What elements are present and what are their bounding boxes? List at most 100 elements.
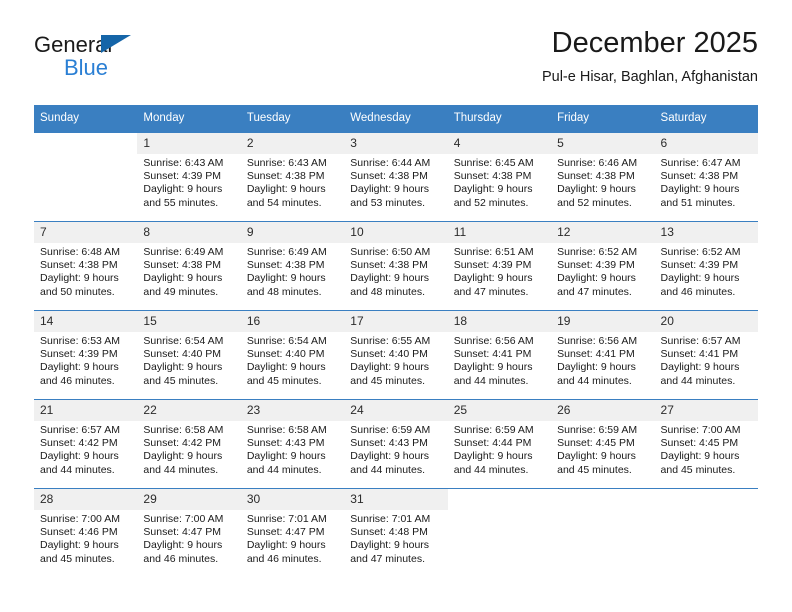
day-details: Sunrise: 6:43 AM Sunset: 4:39 PM Daylight:… — [137, 154, 240, 210]
day-number: 20 — [654, 311, 758, 332]
day-number: 26 — [551, 400, 655, 421]
sunrise-text: Sunrise: 7:01 AM — [246, 513, 327, 525]
calendar-day-cell[interactable]: 15 Sunrise: 6:54 AM Sunset: 4:40 PM Dayligh… — [137, 310, 241, 400]
sunset-text: Sunset: 4:38 PM — [246, 259, 325, 272]
sunrise-text: Sunrise: 7:00 AM — [143, 513, 224, 525]
sunrise-text: Sunrise: 6:45 AM — [453, 157, 534, 169]
daylight-text: Daylight: 9 hours and 46 minutes. — [143, 539, 223, 565]
sunrise-text: Sunrise: 6:49 AM — [246, 246, 327, 258]
sunrise-text: Sunrise: 6:52 AM — [557, 246, 638, 258]
calendar-day-cell[interactable]: 14 Sunrise: 6:53 AM Sunset: 4:39 PM Dayligh… — [34, 310, 138, 400]
day-number: 23 — [240, 400, 345, 421]
calendar-day-cell[interactable]: 1 Sunrise: 6:43 AM Sunset: 4:39 PM Daylight… — [137, 132, 241, 222]
day-number: 16 — [240, 311, 345, 332]
calendar-day-cell[interactable]: 21 Sunrise: 6:57 AM Sunset: 4:42 PM Dayligh… — [34, 399, 138, 489]
daylight-text: Daylight: 9 hours and 47 minutes. — [350, 539, 430, 565]
calendar-week-row: 14 Sunrise: 6:53 AM Sunset: 4:39 PM Dayligh… — [34, 310, 758, 400]
day-number: 30 — [240, 489, 345, 510]
day-details: Sunrise: 6:52 AM Sunset: 4:39 PM Daylight:… — [655, 243, 758, 299]
day-details: Sunrise: 6:51 AM Sunset: 4:39 PM Daylight:… — [448, 243, 551, 299]
calendar-day-cell[interactable]: 27 Sunrise: 7:00 AM Sunset: 4:45 PM Dayligh… — [654, 399, 758, 489]
day-details: Sunrise: 6:50 AM Sunset: 4:38 PM Daylight:… — [344, 243, 447, 299]
day-number: 31 — [344, 489, 448, 510]
calendar-day-cell[interactable]: 26 Sunrise: 6:59 AM Sunset: 4:45 PM Dayligh… — [551, 399, 655, 489]
daylight-text: Daylight: 9 hours and 49 minutes. — [143, 272, 223, 298]
calendar-day-cell[interactable]: 18 Sunrise: 6:56 AM Sunset: 4:41 PM Dayligh… — [447, 310, 552, 400]
calendar-day-cell[interactable]: 11 Sunrise: 6:51 AM Sunset: 4:39 PM Dayligh… — [447, 221, 552, 311]
weekday-header-wednesday: Wednesday — [344, 105, 448, 133]
calendar-day-cell[interactable]: 12 Sunrise: 6:52 AM Sunset: 4:39 PM Dayligh… — [551, 221, 655, 311]
calendar-body: 1 Sunrise: 6:43 AM Sunset: 4:39 PM Daylight… — [34, 132, 758, 577]
daylight-text: Daylight: 9 hours and 45 minutes. — [557, 450, 636, 476]
calendar-day-cell[interactable]: 20 Sunrise: 6:57 AM Sunset: 4:41 PM Dayligh… — [654, 310, 758, 400]
day-details: Sunrise: 6:54 AM Sunset: 4:40 PM Daylight:… — [241, 332, 344, 388]
day-details: Sunrise: 7:01 AM Sunset: 4:48 PM Daylight:… — [344, 510, 447, 566]
weekday-header-friday: Friday — [551, 105, 655, 133]
sunrise-text: Sunrise: 6:48 AM — [40, 246, 120, 258]
day-details: Sunrise: 6:57 AM Sunset: 4:41 PM Daylight:… — [655, 332, 758, 388]
general-blue-logo[interactable]: General Blue — [34, 32, 154, 88]
day-number: 14 — [34, 311, 138, 332]
sunset-text: Sunset: 4:42 PM — [40, 437, 118, 450]
weekday-header-thursday: Thursday — [447, 105, 552, 133]
calendar-day-cell[interactable]: 16 Sunrise: 6:54 AM Sunset: 4:40 PM Dayligh… — [240, 310, 345, 400]
sunrise-text: Sunrise: 7:01 AM — [350, 513, 431, 525]
daylight-text: Daylight: 9 hours and 45 minutes. — [246, 361, 326, 387]
calendar-day-cell[interactable]: 4 Sunrise: 6:45 AM Sunset: 4:38 PM Daylight… — [447, 132, 552, 222]
calendar-week-row: 21 Sunrise: 6:57 AM Sunset: 4:42 PM Dayligh… — [34, 399, 758, 489]
calendar-day-cell[interactable]: 2 Sunrise: 6:43 AM Sunset: 4:38 PM Daylight… — [240, 132, 345, 222]
sunrise-text: Sunrise: 7:00 AM — [40, 513, 120, 525]
sunset-text: Sunset: 4:38 PM — [246, 170, 325, 183]
calendar-day-cell[interactable]: 8 Sunrise: 6:49 AM Sunset: 4:38 PM Daylight… — [137, 221, 241, 311]
calendar-day-cell[interactable]: 19 Sunrise: 6:56 AM Sunset: 4:41 PM Dayligh… — [551, 310, 655, 400]
day-details: Sunrise: 7:00 AM Sunset: 4:46 PM Daylight:… — [34, 510, 137, 566]
calendar-day-cell[interactable]: 5 Sunrise: 6:46 AM Sunset: 4:38 PM Daylight… — [551, 132, 655, 222]
day-number: 9 — [240, 222, 345, 243]
calendar-day-cell[interactable]: 25 Sunrise: 6:59 AM Sunset: 4:44 PM Dayligh… — [447, 399, 552, 489]
calendar-day-cell[interactable]: 22 Sunrise: 6:58 AM Sunset: 4:42 PM Dayligh… — [137, 399, 241, 489]
daylight-text: Daylight: 9 hours and 52 minutes. — [557, 183, 636, 209]
day-details: Sunrise: 6:56 AM Sunset: 4:41 PM Daylight:… — [448, 332, 551, 388]
calendar-day-cell[interactable]: 3 Sunrise: 6:44 AM Sunset: 4:38 PM Daylight… — [344, 132, 448, 222]
daylight-text: Daylight: 9 hours and 44 minutes. — [453, 450, 533, 476]
calendar-day-cell[interactable]: 7 Sunrise: 6:48 AM Sunset: 4:38 PM Daylight… — [34, 221, 138, 311]
sunset-text: Sunset: 4:39 PM — [143, 170, 222, 183]
sunset-text: Sunset: 4:43 PM — [246, 437, 325, 450]
sunset-text: Sunset: 4:45 PM — [660, 437, 739, 450]
calendar-day-cell[interactable]: 6 Sunrise: 6:47 AM Sunset: 4:38 PM Daylight… — [654, 132, 758, 222]
calendar-day-cell-empty — [34, 132, 138, 222]
calendar-week-row: 1 Sunrise: 6:43 AM Sunset: 4:39 PM Daylight… — [34, 132, 758, 222]
daylight-text: Daylight: 9 hours and 44 minutes. — [660, 361, 740, 387]
daylight-text: Daylight: 9 hours and 45 minutes. — [350, 361, 430, 387]
day-details: Sunrise: 6:47 AM Sunset: 4:38 PM Daylight:… — [655, 154, 758, 210]
day-details: Sunrise: 6:59 AM Sunset: 4:44 PM Daylight:… — [448, 421, 551, 477]
day-details: Sunrise: 6:49 AM Sunset: 4:38 PM Daylight:… — [137, 243, 240, 299]
day-number — [447, 489, 552, 510]
sunrise-text: Sunrise: 6:51 AM — [453, 246, 534, 258]
calendar-day-cell[interactable]: 23 Sunrise: 6:58 AM Sunset: 4:43 PM Dayligh… — [240, 399, 345, 489]
calendar-day-cell[interactable]: 29 Sunrise: 7:00 AM Sunset: 4:47 PM Dayligh… — [137, 488, 241, 577]
calendar-day-cell[interactable]: 13 Sunrise: 6:52 AM Sunset: 4:39 PM Dayligh… — [654, 221, 758, 311]
calendar-day-cell[interactable]: 28 Sunrise: 7:00 AM Sunset: 4:46 PM Dayligh… — [34, 488, 138, 577]
day-number: 19 — [551, 311, 655, 332]
day-details: Sunrise: 7:00 AM Sunset: 4:45 PM Daylight:… — [655, 421, 758, 477]
day-number: 17 — [344, 311, 448, 332]
calendar-week-row: 28 Sunrise: 7:00 AM Sunset: 4:46 PM Dayligh… — [34, 488, 758, 577]
weekday-header-saturday: Saturday — [654, 105, 758, 133]
sunrise-text: Sunrise: 6:56 AM — [453, 335, 534, 347]
sunrise-text: Sunrise: 6:57 AM — [660, 335, 741, 347]
calendar-day-cell[interactable]: 10 Sunrise: 6:50 AM Sunset: 4:38 PM Dayligh… — [344, 221, 448, 311]
sunrise-text: Sunrise: 6:58 AM — [143, 424, 224, 436]
day-number — [551, 489, 655, 510]
calendar-day-cell[interactable]: 31 Sunrise: 7:01 AM Sunset: 4:48 PM Dayligh… — [344, 488, 448, 577]
calendar-day-cell[interactable]: 24 Sunrise: 6:59 AM Sunset: 4:43 PM Dayligh… — [344, 399, 448, 489]
sunset-text: Sunset: 4:40 PM — [246, 348, 325, 361]
calendar-day-cell[interactable]: 17 Sunrise: 6:55 AM Sunset: 4:40 PM Dayligh… — [344, 310, 448, 400]
day-number — [654, 489, 758, 510]
sunset-text: Sunset: 4:39 PM — [40, 348, 118, 361]
day-number — [34, 133, 138, 154]
calendar-day-cell[interactable]: 30 Sunrise: 7:01 AM Sunset: 4:47 PM Dayligh… — [240, 488, 345, 577]
calendar-day-cell[interactable]: 9 Sunrise: 6:49 AM Sunset: 4:38 PM Daylight… — [240, 221, 345, 311]
day-number: 7 — [34, 222, 138, 243]
daylight-text: Daylight: 9 hours and 47 minutes. — [557, 272, 636, 298]
